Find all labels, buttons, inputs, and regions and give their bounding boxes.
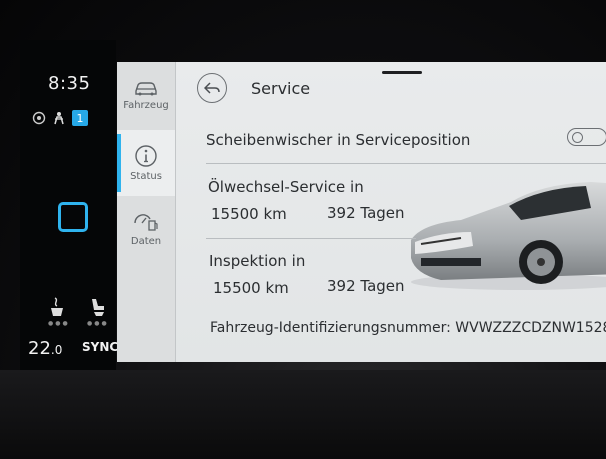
service-panel: Service Scheibenwischer in Servicepositi…: [176, 62, 606, 362]
wiper-service-toggle[interactable]: [567, 128, 606, 146]
vin-label: Fahrzeug-Identifizierungsnummer: WVWZZZC…: [210, 320, 606, 336]
clock: 8:35: [48, 73, 91, 94]
temperature-display[interactable]: 22.0: [28, 338, 62, 359]
dashboard-trim: [0, 370, 606, 459]
back-button[interactable]: [197, 73, 227, 103]
right-seat-level: ●●●: [87, 320, 109, 327]
side-nav: Fahrzeug Status Daten: [117, 62, 176, 362]
nav-label-fahrzeug: Fahrzeug: [123, 100, 169, 111]
car-image: [411, 182, 606, 290]
divider: [206, 238, 416, 239]
wiper-service-label: Scheibenwischer in Serviceposition: [206, 131, 471, 149]
status-icons-row: 1: [32, 108, 88, 128]
oil-service-km: 15500 km: [211, 205, 287, 223]
home-square-button[interactable]: [58, 202, 88, 232]
oil-service-label: Ölwechsel-Service in: [208, 178, 364, 196]
back-arrow-icon: [204, 82, 220, 94]
nav-item-fahrzeug[interactable]: Fahrzeug: [117, 62, 175, 128]
drag-handle[interactable]: [382, 71, 422, 74]
seatbelt-icon: [54, 112, 64, 125]
nav-item-status[interactable]: Status: [117, 130, 175, 196]
inspection-km: 15500 km: [213, 279, 289, 297]
connectivity-icon: [32, 111, 46, 125]
sync-button[interactable]: SYNC: [82, 340, 118, 354]
nav-item-daten[interactable]: Daten: [117, 196, 175, 262]
notification-badge[interactable]: 1: [72, 110, 88, 126]
nav-label-status: Status: [130, 171, 162, 182]
nav-label-daten: Daten: [130, 236, 162, 247]
inspection-label: Inspektion in: [209, 252, 306, 270]
oil-service-days: 392 Tagen: [327, 204, 405, 222]
seat-heating-left-icon[interactable]: [47, 296, 69, 318]
seat-heating-right-icon[interactable]: [86, 296, 108, 318]
fuel-gauge-icon: [134, 214, 158, 231]
car-icon: [135, 82, 157, 96]
inspection-days: 392 Tagen: [327, 277, 405, 295]
page-title: Service: [251, 79, 311, 98]
left-seat-level: ●●●: [48, 320, 70, 327]
info-icon: [135, 145, 157, 167]
